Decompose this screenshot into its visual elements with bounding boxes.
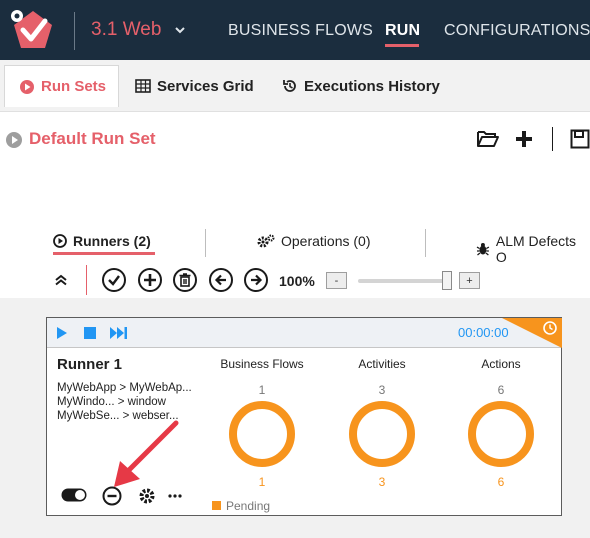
nav-configurations[interactable]: CONFIGURATIONS [444, 22, 590, 40]
play-circle-icon [20, 79, 34, 94]
tab-divider [205, 229, 206, 257]
open-folder-icon[interactable] [476, 129, 500, 149]
annotation-arrow-icon [114, 420, 179, 487]
actions-title: Actions [481, 357, 521, 371]
save-icon[interactable] [570, 129, 590, 149]
grid-table-icon [135, 79, 151, 93]
tab-divider [425, 229, 426, 257]
runner-target-app: MyWebApp > MyWebAp... [57, 382, 192, 394]
business-flows-done: 1 [258, 475, 266, 489]
runners-tab-indicator [53, 252, 155, 255]
previous-icon[interactable] [209, 268, 233, 292]
toolbar-divider [552, 127, 553, 151]
tab-services-grid[interactable]: Services Grid [135, 65, 254, 107]
tab-run-sets[interactable]: Run Sets [4, 65, 119, 107]
run-set-title[interactable]: Default Run Set [29, 129, 156, 149]
status-legend-label: Pending [226, 499, 271, 513]
nav-run[interactable]: RUN [385, 22, 420, 40]
runner-name[interactable]: Runner 1 [57, 356, 122, 373]
business-flows-title: Business Flows [220, 357, 304, 371]
continue-icon[interactable] [110, 326, 128, 340]
business-flows-ring [229, 401, 295, 467]
history-icon [283, 80, 296, 92]
toggle-active-icon[interactable] [61, 488, 87, 502]
zoom-level-label: 100% [279, 273, 315, 289]
actions-total: 6 [497, 383, 505, 397]
pending-status-corner [502, 318, 562, 348]
stop-icon[interactable] [84, 327, 96, 339]
zoom-slider[interactable] [358, 279, 450, 283]
tab-alm-defects-label: ALM Defects O [495, 233, 577, 265]
delete-icon[interactable] [173, 268, 197, 292]
actions-done: 6 [497, 475, 505, 489]
add-runner-icon[interactable] [138, 268, 162, 292]
runner-target-app: MyWindo... > window [57, 396, 166, 408]
zoom-out-button[interactable]: - [326, 272, 347, 289]
ginger-logo-icon[interactable] [8, 8, 58, 54]
zoom-in-button[interactable]: + [459, 272, 480, 289]
tab-runners[interactable]: Runners (2) [53, 233, 151, 249]
nav-business-flows[interactable]: BUSINESS FLOWS [228, 22, 373, 40]
runner-card-header: 00:00:00 [47, 318, 562, 348]
play-circle-icon [53, 234, 67, 248]
status-legend-swatch [212, 501, 221, 510]
tab-run-sets-label: Run Sets [41, 78, 107, 95]
toolbar-divider [86, 265, 87, 295]
tab-executions-history[interactable]: Executions History [282, 65, 440, 107]
tab-alm-defects[interactable]: ALM Defects O [476, 233, 590, 265]
actions-ring [468, 401, 534, 467]
zoom-slider-thumb[interactable] [442, 271, 452, 290]
add-icon[interactable] [514, 129, 534, 149]
nav-active-indicator [385, 44, 419, 47]
activities-done: 3 [378, 475, 386, 489]
collapse-icon[interactable] [54, 273, 68, 287]
bug-icon [476, 243, 490, 256]
tab-services-grid-label: Services Grid [157, 77, 254, 95]
chevron-down-icon[interactable] [173, 23, 187, 37]
top-nav-bar: 3.1 Web BUSINESS FLOWS RUN CONFIGURATION… [0, 0, 590, 60]
next-icon[interactable] [244, 268, 268, 292]
logo-divider [74, 12, 75, 50]
check-icon[interactable] [102, 268, 126, 292]
tab-runners-label: Runners (2) [73, 233, 151, 249]
solution-name[interactable]: 3.1 Web [91, 19, 161, 41]
tab-executions-history-label: Executions History [304, 77, 440, 95]
business-flows-total: 1 [258, 383, 266, 397]
tab-operations-label: Operations (0) [281, 233, 371, 249]
activities-total: 3 [378, 383, 386, 397]
activities-ring [349, 401, 415, 467]
tab-operations[interactable]: Operations (0) [257, 233, 370, 249]
activities-title: Activities [358, 357, 406, 371]
run-subtabs: Run Sets Services Grid Executions Histor… [0, 60, 590, 112]
run-icon[interactable] [56, 326, 68, 340]
gears-icon [257, 234, 275, 248]
run-set-status-icon [6, 132, 22, 148]
